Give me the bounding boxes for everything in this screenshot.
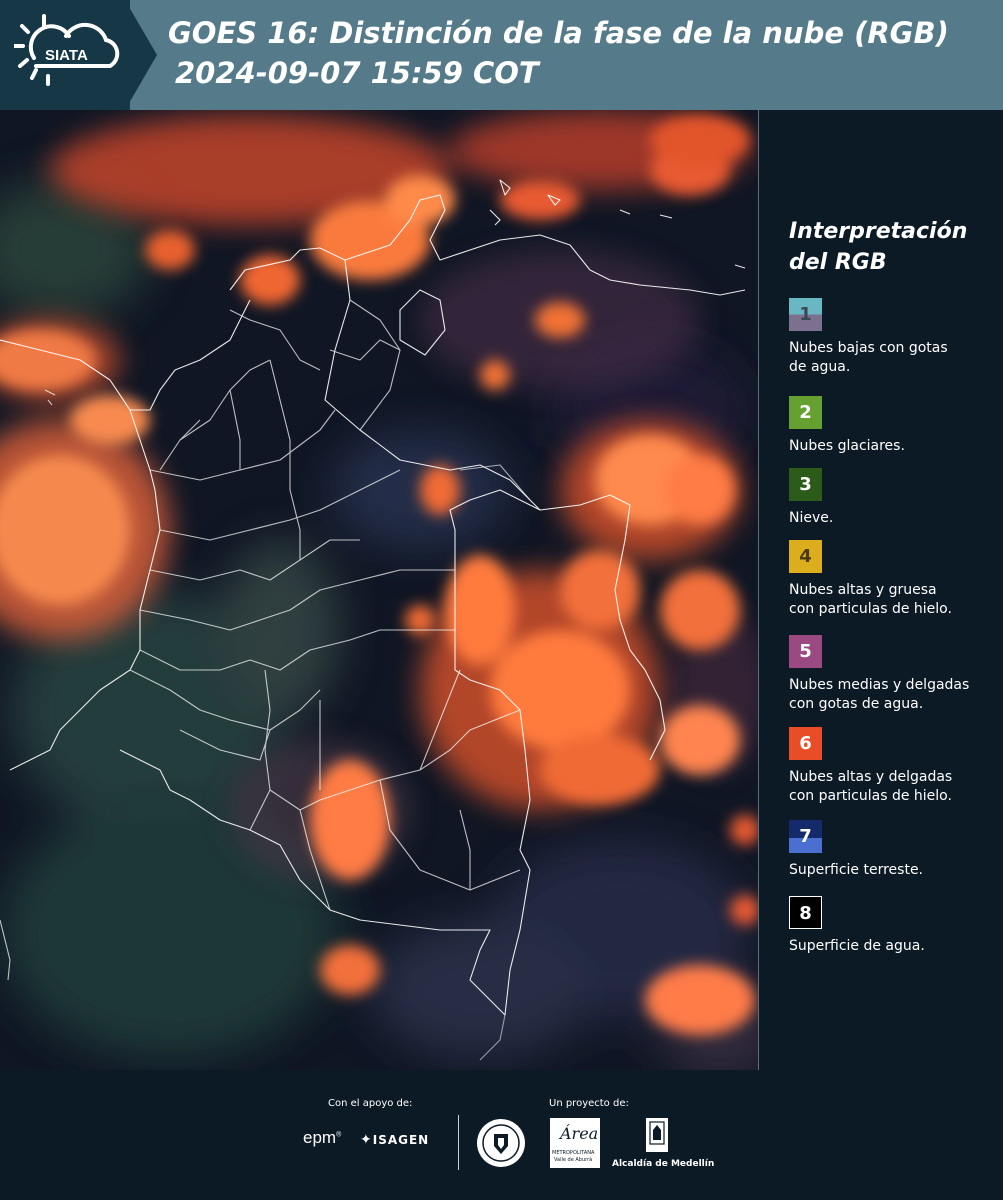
legend-swatch-3: 3 xyxy=(789,468,822,501)
legend-desc-4-line2: con particulas de hielo. xyxy=(789,601,952,617)
isagen-mark-icon: ✦ xyxy=(360,1132,373,1148)
university-seal-icon xyxy=(477,1119,525,1167)
area-metropolitana-logo: Área METROPOLITANA Valle de Aburrá xyxy=(550,1118,600,1168)
legend-desc-4-line1: Nubes altas y gruesa xyxy=(789,582,937,598)
project-label: Un proyecto de: xyxy=(549,1098,629,1109)
legend-number-8: 8 xyxy=(799,903,812,924)
satellite-image xyxy=(0,110,758,1070)
isagen-logo-text: ISAGEN xyxy=(372,1133,430,1147)
legend-swatch-7: 7 xyxy=(789,820,822,853)
siata-logo: SIATA xyxy=(0,0,130,110)
footer: Con el apoyo de: Un proyecto de: epm® ✦I… xyxy=(0,1070,1003,1200)
header-bar: SIATA GOES 16: Distinción de la fase de … xyxy=(0,0,1003,110)
legend-number-5: 5 xyxy=(799,641,812,662)
legend-desc-3: Nieve. xyxy=(789,509,1003,528)
legend-item-6: 6 Nubes altas y delgadas con particulas … xyxy=(789,727,1003,806)
legend-item-4: 4 Nubes altas y gruesa con particulas de… xyxy=(789,540,1003,619)
legend-desc-1-line1: Nubes bajas con gotas xyxy=(789,340,948,356)
epm-logo: epm® xyxy=(303,1128,342,1147)
legend-number-2: 2 xyxy=(799,402,812,423)
legend-desc-8: Superficie de agua. xyxy=(789,937,1003,956)
page-timestamp: 2024-09-07 15:59 COT xyxy=(175,56,539,90)
legend-item-7: 7 Superficie terreste. xyxy=(789,820,1003,880)
legend-swatch-1: 1 xyxy=(789,298,822,331)
area-logo-line1: METROPOLITANA xyxy=(552,1150,595,1156)
legend-title-line2: del RGB xyxy=(789,250,887,275)
legend-swatch-6: 6 xyxy=(789,727,822,760)
legend-item-3: 3 Nieve. xyxy=(789,468,1003,528)
legend-desc-5-line1: Nubes medias y delgadas xyxy=(789,677,970,693)
page-title: GOES 16: Distinción de la fase de la nub… xyxy=(168,16,949,50)
legend-item-5: 5 Nubes medias y delgadas con gotas de a… xyxy=(789,635,1003,714)
alcaldia-shield-icon xyxy=(646,1118,668,1152)
legend-swatch-2: 2 xyxy=(789,396,822,429)
legend-desc-8-line1: Superficie de agua. xyxy=(789,938,925,954)
legend-desc-1-line2: de agua. xyxy=(789,359,851,375)
legend-desc-6: Nubes altas y delgadas con particulas de… xyxy=(789,768,1003,806)
legend-desc-5-line2: con gotas de agua. xyxy=(789,696,924,712)
support-label: Con el apoyo de: xyxy=(328,1098,413,1109)
legend-desc-2: Nubes glaciares. xyxy=(789,437,1003,456)
legend-desc-7-line1: Superficie terreste. xyxy=(789,862,924,878)
isagen-logo: ✦ISAGEN xyxy=(360,1132,429,1148)
legend-number-6: 6 xyxy=(799,733,812,754)
legend-desc-6-line1: Nubes altas y delgadas xyxy=(789,769,953,785)
satellite-map xyxy=(0,110,759,1070)
legend-item-1: 1 Nubes bajas con gotas de agua. xyxy=(789,298,1003,377)
area-logo-script: Área xyxy=(560,1124,599,1143)
legend-swatch-4: 4 xyxy=(789,540,822,573)
svg-text:SIATA: SIATA xyxy=(45,47,88,64)
logo-arrow xyxy=(125,0,157,110)
legend-desc-4: Nubes altas y gruesa con particulas de h… xyxy=(789,581,1003,619)
legend-panel: Interpretación del RGB 1 Nubes bajas con… xyxy=(760,110,1003,1070)
area-logo-line2: Valle de Aburrá xyxy=(554,1157,593,1163)
legend-swatch-5: 5 xyxy=(789,635,822,668)
legend-swatch-8: 8 xyxy=(789,896,822,929)
legend-number-1: 1 xyxy=(799,304,812,325)
legend-desc-7: Superficie terreste. xyxy=(789,861,1003,880)
legend-desc-5: Nubes medias y delgadas con gotas de agu… xyxy=(789,676,1003,714)
legend-desc-3-line1: Nieve. xyxy=(789,510,834,526)
legend-number-4: 4 xyxy=(799,546,812,567)
alcaldia-logo-text: Alcaldía de Medellín xyxy=(612,1159,715,1169)
footer-divider xyxy=(458,1115,459,1170)
epm-logo-text: epm xyxy=(303,1128,337,1147)
sun-cloud-icon: SIATA xyxy=(14,14,120,86)
legend-desc-1: Nubes bajas con gotas de agua. xyxy=(789,339,1003,377)
legend-desc-6-line2: con particulas de hielo. xyxy=(789,788,952,804)
legend-title-line1: Interpretación xyxy=(789,219,968,244)
legend-number-7: 7 xyxy=(799,826,812,847)
legend-desc-2-line1: Nubes glaciares. xyxy=(789,438,905,454)
legend-title: Interpretación del RGB xyxy=(789,216,999,278)
legend-item-8: 8 Superficie de agua. xyxy=(789,896,1003,956)
legend-number-3: 3 xyxy=(799,474,812,495)
legend-item-2: 2 Nubes glaciares. xyxy=(789,396,1003,456)
